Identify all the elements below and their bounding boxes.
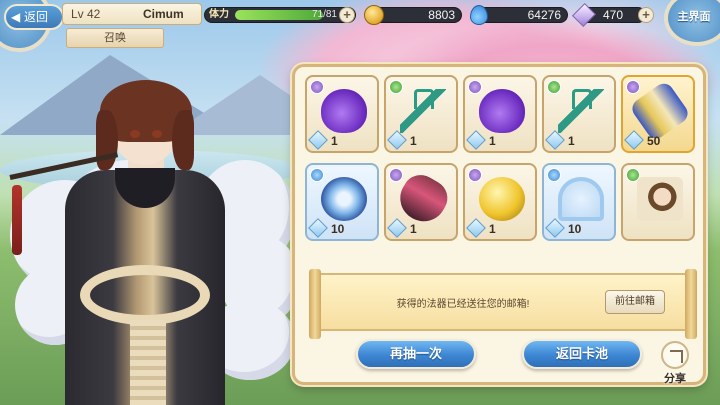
rarity-badge-icon xyxy=(389,168,403,182)
gold-counter: 8803 xyxy=(372,7,462,23)
screen-title: 召唤 xyxy=(66,28,164,48)
item-count: 1 xyxy=(489,134,496,148)
stamina-label: 体力 xyxy=(209,9,229,20)
stamina-value: 71/81 xyxy=(311,9,337,20)
count-gem-icon xyxy=(545,130,565,150)
gold-value: 8803 xyxy=(428,8,455,22)
rope-tail xyxy=(130,320,166,405)
character-illustration xyxy=(0,60,300,405)
item-count: 1 xyxy=(410,222,417,236)
rarity-badge-icon xyxy=(310,80,324,94)
count-gem-icon xyxy=(466,218,486,238)
item-count: 10 xyxy=(568,222,582,236)
result-item[interactable]: 10 xyxy=(542,163,616,241)
back-button[interactable]: ◀ 返回 xyxy=(4,4,64,30)
gold-coin-icon xyxy=(364,5,384,25)
back-label: 返回 xyxy=(24,10,49,24)
home-button[interactable]: 主界面 xyxy=(672,4,716,30)
blue-disc-icon xyxy=(321,177,367,221)
player-level: Lv 42 xyxy=(71,7,101,21)
ice-bow-icon xyxy=(558,177,604,221)
rarity-badge-icon xyxy=(547,168,561,182)
add-stamina-button[interactable]: + xyxy=(339,7,355,23)
result-item[interactable]: 1 xyxy=(463,75,537,153)
message-scroll: 获得的法器已经送往您的邮箱! 前往邮箱 xyxy=(309,269,697,339)
purple-gourd-icon xyxy=(479,89,525,133)
item-count: 1 xyxy=(568,134,575,148)
result-item[interactable]: 1 xyxy=(542,75,616,153)
result-item[interactable]: 1 xyxy=(384,163,458,241)
crystal-value: 470 xyxy=(602,8,623,22)
water-value: 64276 xyxy=(527,8,561,22)
jade-trident-icon xyxy=(400,89,446,133)
player-info: Lv 42 Cimum xyxy=(62,3,202,25)
rarity-badge-icon xyxy=(626,80,640,94)
count-gem-icon xyxy=(387,218,407,238)
rarity-badge-icon xyxy=(468,168,482,182)
count-gem-icon xyxy=(308,130,328,150)
result-item[interactable]: 10 xyxy=(305,163,379,241)
rope-sash xyxy=(80,265,210,325)
character-portrait-icon xyxy=(637,177,683,221)
result-item[interactable] xyxy=(621,163,695,241)
character-hair xyxy=(172,110,194,170)
share-label: 分享 xyxy=(664,373,686,385)
character-eye xyxy=(152,130,162,138)
result-item[interactable]: 50 xyxy=(621,75,695,153)
water-counter: 64276 xyxy=(476,7,568,23)
item-count: 10 xyxy=(331,222,345,236)
item-count: 50 xyxy=(647,134,661,148)
character-eye xyxy=(130,130,140,138)
back-arrow-icon: ◀ xyxy=(11,10,21,24)
result-item[interactable]: 1 xyxy=(305,75,379,153)
summon-results-panel: 1 1 1 1 50 10 1 1 10 获得的法器已经送往您的邮箱! 前往邮箱 xyxy=(292,64,706,385)
stamina-fill xyxy=(235,10,323,20)
golden-orb-icon xyxy=(479,177,525,221)
stamina-bar: 体力 71/81 xyxy=(204,7,356,23)
go-to-mailbox-button[interactable]: 前往邮箱 xyxy=(605,290,665,314)
count-gem-icon xyxy=(387,130,407,150)
red-tassel xyxy=(12,185,22,255)
count-gem-icon xyxy=(545,218,565,238)
item-count: 1 xyxy=(331,134,338,148)
share-icon xyxy=(661,341,689,369)
result-item[interactable]: 1 xyxy=(384,75,458,153)
water-drop-icon xyxy=(470,5,488,25)
count-gem-icon xyxy=(624,130,644,150)
mail-notice: 获得的法器已经送往您的邮箱! xyxy=(396,299,530,310)
rarity-badge-icon xyxy=(468,80,482,94)
add-crystal-button[interactable]: + xyxy=(638,7,654,23)
item-count: 1 xyxy=(489,222,496,236)
rarity-badge-icon xyxy=(310,168,324,182)
player-name: Cimum xyxy=(143,7,184,21)
back-to-pool-button[interactable]: 返回卡池 xyxy=(522,339,642,369)
result-item[interactable]: 1 xyxy=(463,163,537,241)
jade-trident-icon xyxy=(558,89,604,133)
purple-gourd-icon xyxy=(321,89,367,133)
share-button[interactable]: 分享 xyxy=(654,341,696,385)
draw-again-button[interactable]: 再抽一次 xyxy=(356,339,476,369)
count-gem-icon xyxy=(466,130,486,150)
count-gem-icon xyxy=(308,218,328,238)
item-count: 1 xyxy=(410,134,417,148)
